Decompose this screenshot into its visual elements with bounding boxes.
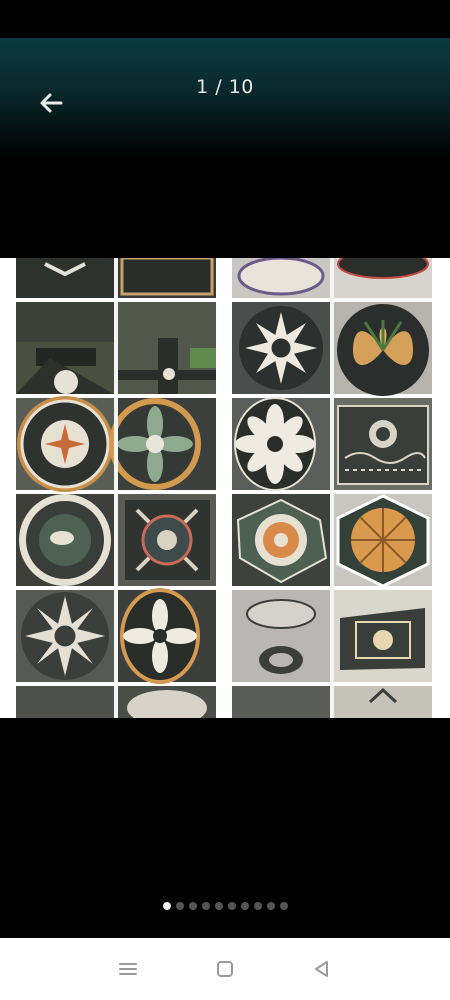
viewer-header: 1 / 10 [0, 38, 450, 160]
home-square-icon [216, 961, 233, 977]
page-dot[interactable] [279, 902, 288, 910]
page-dot[interactable] [188, 902, 197, 910]
page-dot-active[interactable] [162, 902, 171, 910]
page-dot[interactable] [201, 902, 210, 910]
status-bar [0, 0, 450, 38]
page-indicator [0, 900, 450, 912]
home-button[interactable] [205, 949, 245, 989]
recent-apps-button[interactable] [108, 949, 148, 989]
image-viewer-screen: 1 / 10 [0, 0, 450, 1000]
page-dot[interactable] [253, 902, 262, 910]
back-nav-button[interactable] [302, 949, 342, 989]
image-counter: 1 / 10 [196, 76, 254, 98]
page-dot[interactable] [214, 902, 223, 910]
page-dot[interactable] [175, 902, 184, 910]
page-dot[interactable] [227, 902, 236, 910]
system-navigation-bar [0, 938, 450, 1000]
mosaic-grid-graphic [0, 258, 450, 718]
triangle-back-icon [314, 961, 328, 977]
menu-icon [119, 963, 138, 975]
page-dot[interactable] [266, 902, 275, 910]
mosaic-collage-image[interactable] [0, 258, 450, 718]
page-dot[interactable] [240, 902, 249, 910]
